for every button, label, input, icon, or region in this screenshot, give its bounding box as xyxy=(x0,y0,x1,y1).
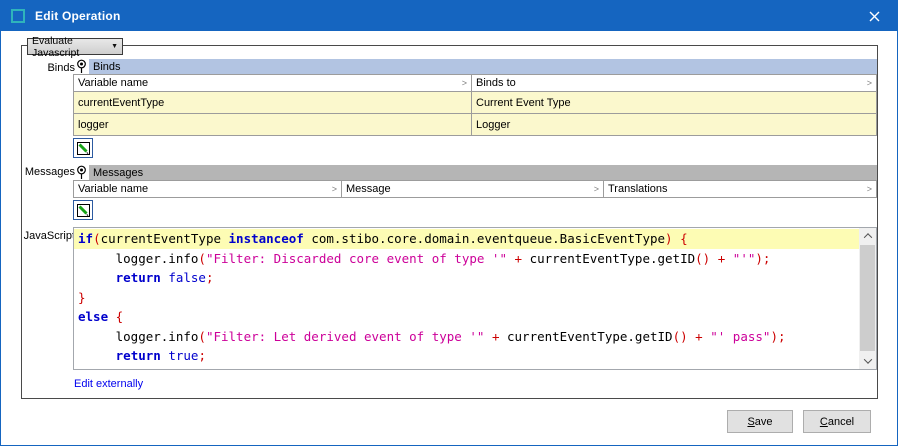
close-icon xyxy=(869,11,880,22)
chevron-down-icon xyxy=(863,355,871,363)
binds-table: Variable name > Binds to > currentEventT… xyxy=(73,74,877,136)
binds-rows: currentEventTypeCurrent Event Typelogger… xyxy=(74,91,876,135)
cancel-button[interactable]: Cancel xyxy=(803,410,871,433)
column-header-binds-to[interactable]: Binds to > xyxy=(472,75,876,91)
javascript-code-editor[interactable]: if(currentEventType instanceof com.stibo… xyxy=(73,227,877,370)
code-line[interactable]: } xyxy=(74,288,859,308)
scroll-down-button[interactable] xyxy=(859,353,876,369)
column-label: Binds to xyxy=(476,77,516,89)
table-cell: Logger xyxy=(472,114,876,135)
column-chevron-icon: > xyxy=(867,184,872,194)
scrollbar-thumb[interactable] xyxy=(860,245,875,351)
code-line[interactable]: return true; xyxy=(74,346,859,366)
edit-operation-dialog: Edit Operation Evaluate Javascript ▼ Bin… xyxy=(0,0,898,446)
column-label: Message xyxy=(346,183,391,195)
messages-table: Variable name > Message > Translations > xyxy=(73,180,877,198)
messages-section-title: Messages xyxy=(89,165,877,180)
edit-pencil-icon xyxy=(76,141,91,156)
code-line[interactable]: return false; xyxy=(74,268,859,288)
code-line[interactable]: if(currentEventType instanceof com.stibo… xyxy=(74,229,859,249)
binds-section-header[interactable]: Binds xyxy=(73,59,877,74)
column-header-message[interactable]: Message > xyxy=(342,181,604,197)
close-button[interactable] xyxy=(852,1,897,31)
code-line[interactable]: logger.info("Filter: Discarded core even… xyxy=(74,249,859,269)
column-header-translations[interactable]: Translations > xyxy=(604,181,876,197)
column-label: Variable name xyxy=(78,77,148,89)
javascript-label: JavaScript xyxy=(1,230,75,242)
window-title: Edit Operation xyxy=(35,9,120,23)
table-row[interactable]: currentEventTypeCurrent Event Type xyxy=(74,91,876,113)
code-editor-lines: if(currentEventType instanceof com.stibo… xyxy=(74,229,859,370)
edit-externally-link[interactable]: Edit externally xyxy=(74,378,143,390)
table-cell: currentEventType xyxy=(74,92,472,113)
chevron-down-icon: ▼ xyxy=(111,43,118,50)
code-line[interactable]: else { xyxy=(74,307,859,327)
vertical-scrollbar[interactable] xyxy=(859,228,876,369)
column-chevron-icon: > xyxy=(462,78,467,88)
edit-pencil-icon xyxy=(76,203,91,218)
pin-icon xyxy=(73,165,89,180)
scroll-up-button[interactable] xyxy=(859,228,876,244)
messages-edit-button[interactable] xyxy=(73,200,93,220)
messages-header-row: Variable name > Message > Translations > xyxy=(74,181,876,197)
operation-type-value: Evaluate Javascript xyxy=(32,35,111,59)
column-chevron-icon: > xyxy=(867,78,872,88)
code-line[interactable]: } xyxy=(74,366,859,371)
pin-icon xyxy=(73,59,89,74)
app-icon xyxy=(11,9,25,23)
table-cell: Current Event Type xyxy=(472,92,876,113)
save-button[interactable]: Save xyxy=(727,410,793,433)
column-label: Translations xyxy=(608,183,668,195)
column-header-variable-name[interactable]: Variable name > xyxy=(74,181,342,197)
chevron-up-icon xyxy=(863,233,871,241)
titlebar: Edit Operation xyxy=(1,1,897,31)
binds-header-row: Variable name > Binds to > xyxy=(74,75,876,91)
messages-label: Messages xyxy=(1,166,75,178)
binds-edit-button[interactable] xyxy=(73,138,93,158)
operation-type-dropdown[interactable]: Evaluate Javascript ▼ xyxy=(27,38,123,55)
binds-section-title: Binds xyxy=(89,59,877,74)
column-header-variable-name[interactable]: Variable name > xyxy=(74,75,472,91)
column-chevron-icon: > xyxy=(594,184,599,194)
column-label: Variable name xyxy=(78,183,148,195)
column-chevron-icon: > xyxy=(332,184,337,194)
table-row[interactable]: loggerLogger xyxy=(74,113,876,135)
code-line[interactable]: logger.info("Filter: Let derived event o… xyxy=(74,327,859,347)
table-cell: logger xyxy=(74,114,472,135)
messages-section-header[interactable]: Messages xyxy=(73,165,877,180)
binds-label: Binds xyxy=(1,62,75,74)
